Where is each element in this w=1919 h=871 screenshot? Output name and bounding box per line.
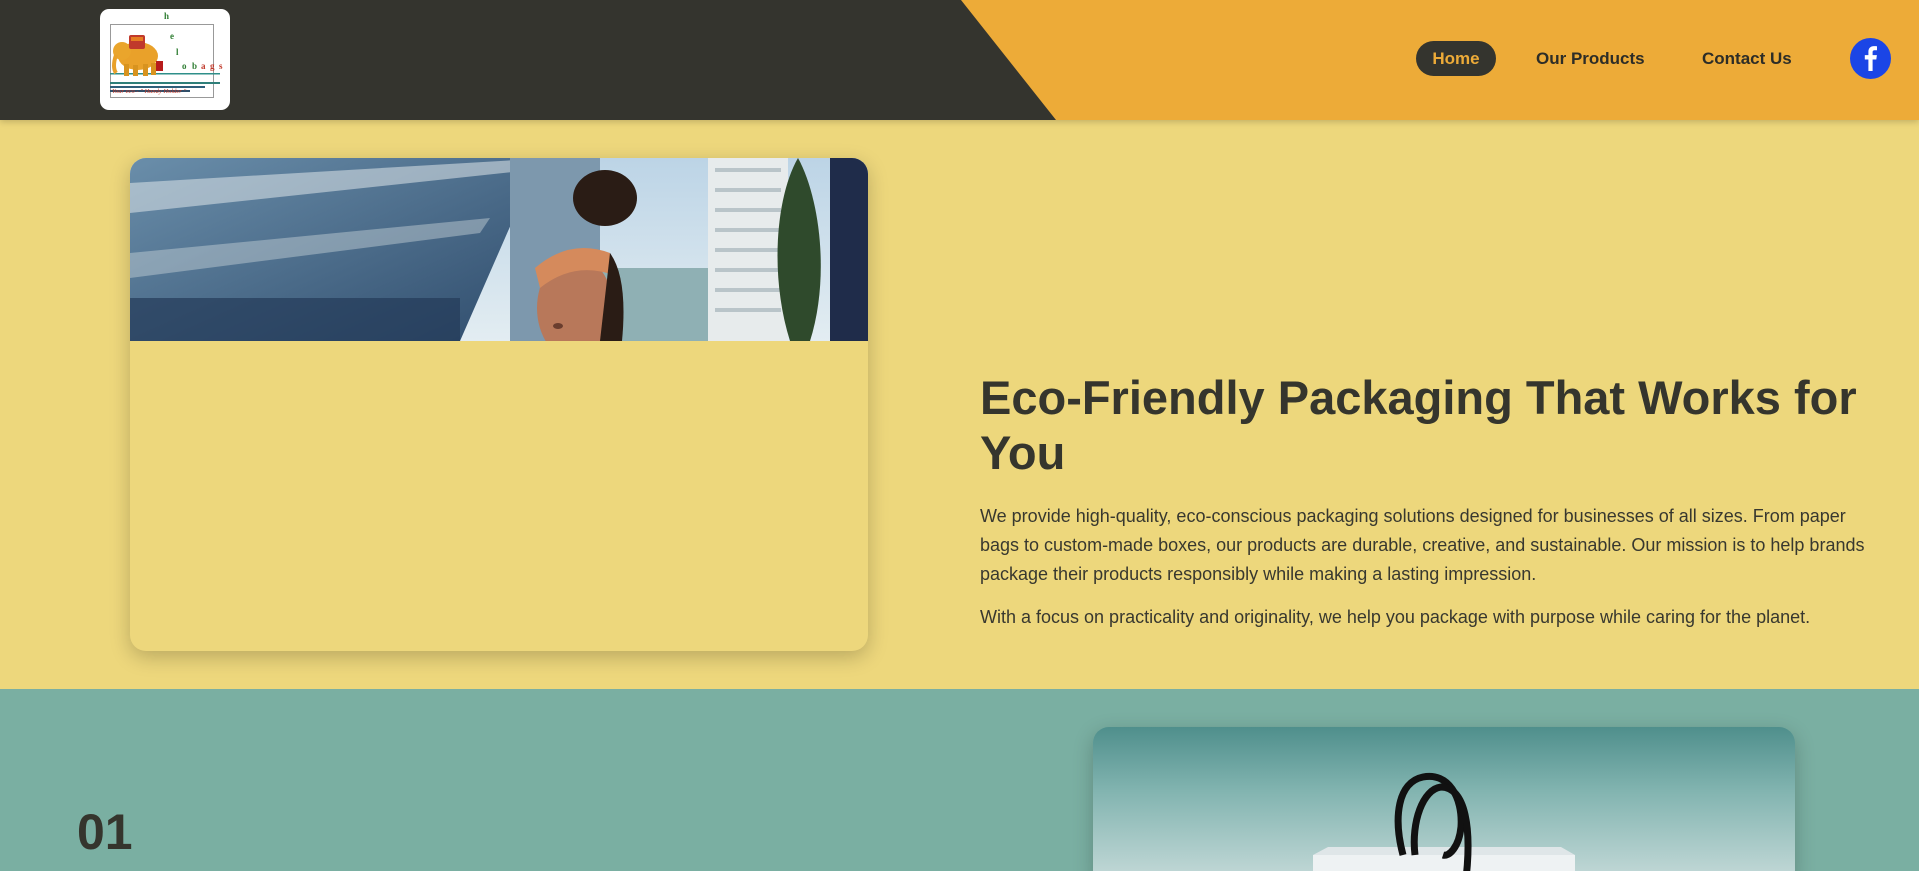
paper-bag-icon xyxy=(1313,772,1575,871)
nav-home[interactable]: Home xyxy=(1416,41,1496,76)
hero-section: Eco-Friendly Packaging That Works for Yo… xyxy=(0,120,1919,689)
paper-bag-image-card xyxy=(1093,727,1795,871)
logo-letter: o xyxy=(182,61,187,71)
facebook-icon[interactable] xyxy=(1850,38,1891,79)
logo-tagline: Your eco - " Handy Holder " xyxy=(112,88,187,95)
logo-letter: e xyxy=(170,31,174,41)
nav-contact-us[interactable]: Contact Us xyxy=(1702,41,1792,76)
step-number: 01 xyxy=(77,804,133,860)
logo-letter: a xyxy=(201,61,206,71)
hero-photo xyxy=(130,158,868,341)
logo-letter: l xyxy=(176,47,179,57)
hero-paragraph-1: We provide high-quality, eco-conscious p… xyxy=(980,506,1865,584)
hero-title: Eco-Friendly Packaging That Works for Yo… xyxy=(980,371,1857,479)
site-header: h e l o b a g s Your eco - " Handy Holde… xyxy=(0,0,1919,120)
hero-image-card xyxy=(130,158,868,651)
product-step-section: 01 xyxy=(0,689,1919,871)
nav-our-products[interactable]: Our Products xyxy=(1536,41,1645,76)
woman-city-photo-icon xyxy=(130,158,868,341)
logo-letter: s xyxy=(219,61,223,71)
hero-paragraph-2: With a focus on practicality and origina… xyxy=(980,607,1811,627)
logo[interactable]: h e l o b a g s Your eco - " Handy Holde… xyxy=(100,9,230,110)
logo-letter: h xyxy=(164,11,170,21)
logo-letter: g xyxy=(210,61,215,71)
logo-letter: b xyxy=(192,61,198,71)
